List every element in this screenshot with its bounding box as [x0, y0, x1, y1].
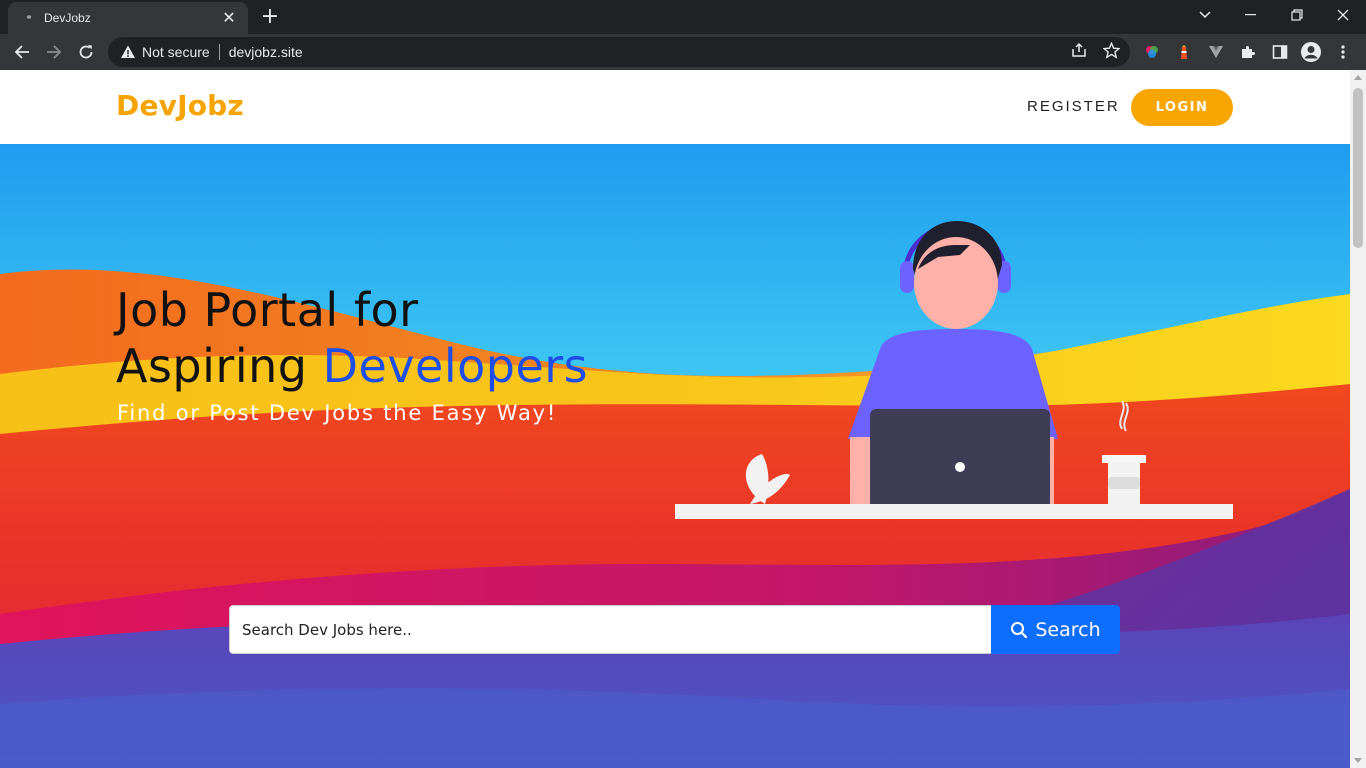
- address-separator: [218, 44, 220, 60]
- web-page: DevJobz REGISTER LOGIN Job Portal for As…: [0, 70, 1350, 768]
- url-text[interactable]: devjobz.site: [229, 44, 303, 60]
- browser-titlebar: ⚭ DevJobz ✕ +: [0, 0, 1366, 34]
- bookmark-star-icon[interactable]: [1102, 41, 1120, 59]
- laptop: [870, 409, 1050, 509]
- cup-lid: [1102, 455, 1146, 463]
- lighthouse-extension-icon[interactable]: [1175, 43, 1193, 61]
- tab-favicon-icon: ⚭: [25, 13, 33, 23]
- side-panel-icon[interactable]: [1271, 43, 1289, 61]
- extensions-puzzle-icon[interactable]: [1239, 43, 1257, 61]
- headline-line-2-prefix: Aspiring: [116, 339, 323, 393]
- back-arrow-icon[interactable]: [10, 40, 34, 64]
- headline-accent: Developers: [322, 339, 589, 393]
- brand-logo[interactable]: DevJobz: [116, 89, 244, 122]
- desk: [675, 504, 1233, 519]
- headline-line-1: Job Portal for: [116, 283, 419, 337]
- scroll-up-arrow-icon[interactable]: [1354, 75, 1362, 80]
- scroll-down-arrow-icon[interactable]: [1354, 758, 1362, 763]
- minimize-icon[interactable]: [1228, 0, 1274, 30]
- job-search-bar: Search: [229, 605, 1120, 654]
- security-label[interactable]: Not secure: [142, 44, 210, 60]
- forward-arrow-icon[interactable]: [42, 40, 66, 64]
- browser-tab[interactable]: ⚭ DevJobz ✕: [8, 2, 248, 34]
- search-button-label: Search: [1035, 618, 1101, 641]
- tab-search-icon[interactable]: [1182, 0, 1228, 30]
- hero-headline: Job Portal for Aspiring Developers: [116, 282, 588, 394]
- cup-sleeve: [1108, 477, 1140, 489]
- browser-toolbar: Not secure devjobz.site: [0, 34, 1366, 70]
- restore-icon[interactable]: [1274, 0, 1320, 30]
- site-navbar: DevJobz REGISTER LOGIN: [0, 70, 1350, 144]
- register-link[interactable]: REGISTER: [1027, 98, 1120, 115]
- laptop-logo-icon: [955, 462, 965, 472]
- address-bar[interactable]: Not secure devjobz.site: [108, 37, 1130, 67]
- search-icon: [1011, 621, 1028, 638]
- close-window-icon[interactable]: [1320, 0, 1366, 30]
- profile-avatar-icon[interactable]: [1300, 41, 1322, 63]
- hero-tagline: Find or Post Dev Jobs the Easy Way!: [117, 401, 558, 425]
- new-tab-button[interactable]: +: [258, 6, 282, 30]
- vue-devtools-icon[interactable]: [1207, 43, 1225, 61]
- browser-menu-icon[interactable]: [1334, 43, 1352, 61]
- developer-illustration: [675, 221, 1233, 519]
- scroll-thumb[interactable]: [1353, 88, 1363, 248]
- reload-icon[interactable]: [74, 40, 98, 64]
- headline-line-2: Aspiring Developers: [116, 338, 588, 394]
- share-icon[interactable]: [1070, 41, 1088, 59]
- login-button[interactable]: LOGIN: [1131, 89, 1233, 126]
- steam-icon: [1119, 400, 1129, 432]
- job-search-input[interactable]: [229, 605, 991, 654]
- color-extension-icon[interactable]: [1143, 43, 1161, 61]
- page-scrollbar[interactable]: [1350, 70, 1366, 768]
- warning-icon[interactable]: [120, 44, 136, 60]
- search-button[interactable]: Search: [991, 605, 1120, 654]
- hero-section: Job Portal for Aspiring Developers Find …: [0, 144, 1350, 768]
- tab-close-icon[interactable]: ✕: [220, 9, 238, 27]
- tab-title: DevJobz: [44, 11, 91, 25]
